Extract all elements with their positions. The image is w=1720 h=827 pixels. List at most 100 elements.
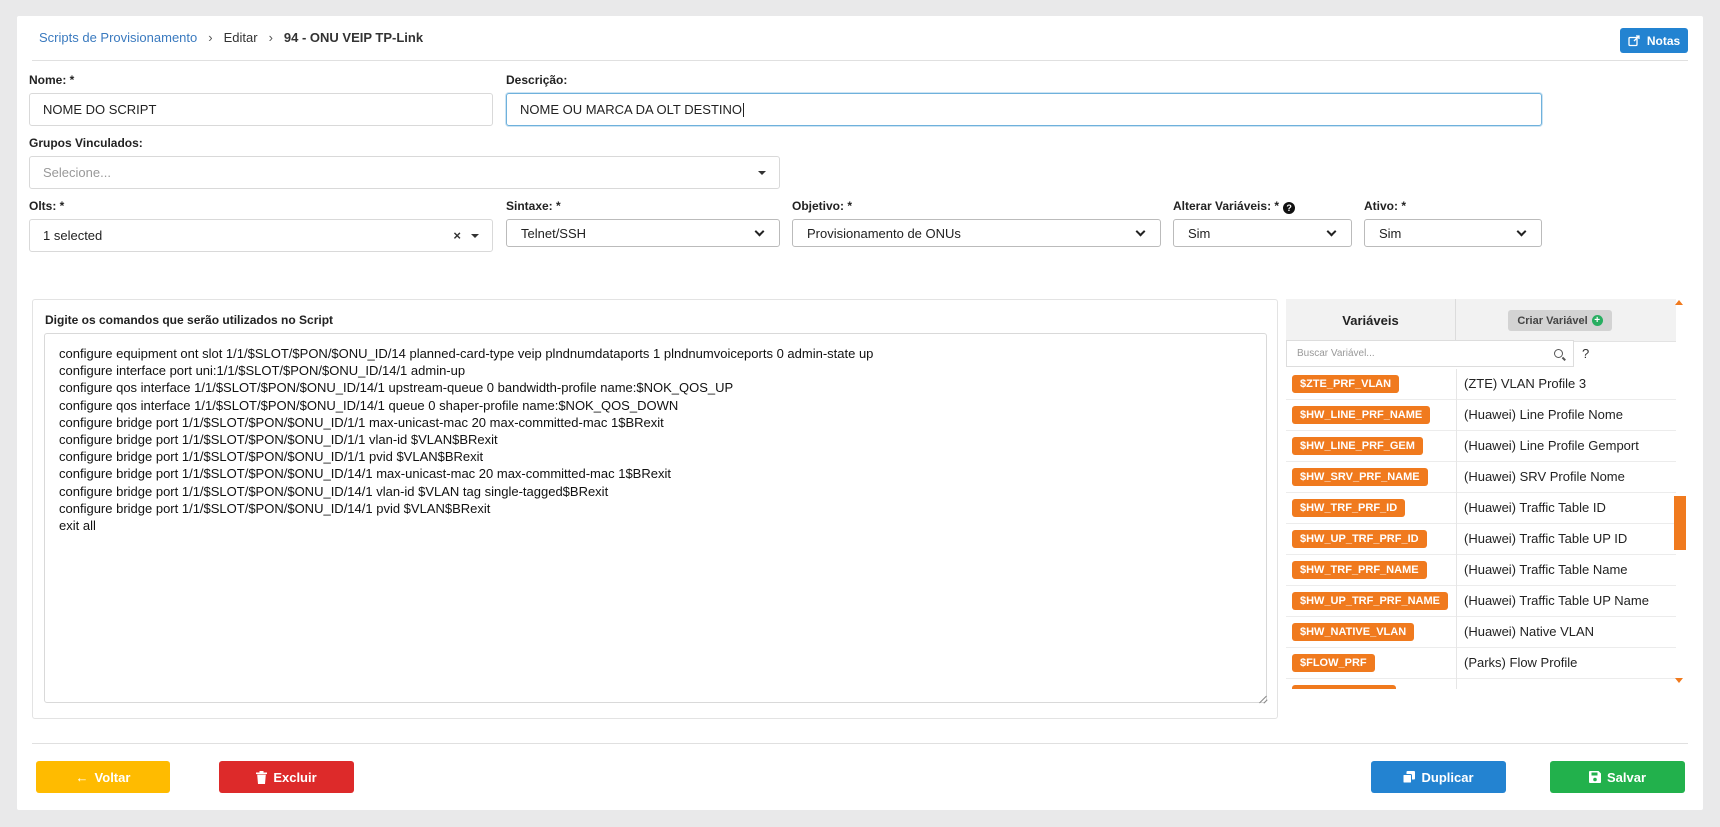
column-divider xyxy=(1456,493,1457,524)
variable-badge[interactable]: $HW_LINE_PRF_GEM xyxy=(1292,437,1423,455)
active-select[interactable]: Sim xyxy=(1364,219,1542,247)
variable-description: (Parks) Flow Profile xyxy=(1464,655,1578,670)
syntax-value: Telnet/SSH xyxy=(521,225,587,241)
question-circle-icon[interactable]: ? xyxy=(1283,202,1296,214)
floppy-disk-icon xyxy=(1588,771,1601,783)
variable-row[interactable]: $HW_NATIVE_VLAN (Huawei) Native VLAN xyxy=(1286,617,1676,648)
groups-placeholder: Selecione... xyxy=(43,165,111,180)
search-icon xyxy=(1554,349,1563,358)
script-commands-textarea[interactable]: configure equipment ont slot 1/1/$SLOT/$… xyxy=(44,333,1267,703)
olts-label: Olts: * xyxy=(29,199,65,213)
variables-header: Variáveis Criar Variável + xyxy=(1286,299,1676,342)
breadcrumb-current: 94 - ONU VEIP TP-Link xyxy=(283,30,424,45)
create-variable-label: Criar Variável xyxy=(1517,314,1588,327)
delete-button[interactable]: Excluir xyxy=(219,761,354,793)
scroll-down-icon[interactable] xyxy=(1675,678,1683,683)
variable-row[interactable]: $HW_UP_TRF_PRF_ID (Huawei) Traffic Table … xyxy=(1286,524,1676,555)
variable-row[interactable]: $HW_SRV_PRF_NAME (Huawei) SRV Profile Nom… xyxy=(1286,462,1676,493)
caret-down-icon xyxy=(471,233,479,238)
caret-down-icon xyxy=(758,170,766,175)
back-button[interactable]: ← Voltar xyxy=(36,761,170,793)
variable-row[interactable]: $HW_LINE_PRF_GEM (Huawei) Line Profile Ge… xyxy=(1286,431,1676,462)
variable-row[interactable]: $HW_UP_TRF_PRF_NAME (Huawei) Traffic Tabl… xyxy=(1286,586,1676,617)
variable-row[interactable]: $HW_TRF_PRF_NAME (Huawei) Traffic Table N… xyxy=(1286,555,1676,586)
groups-select[interactable]: Selecione... xyxy=(29,156,780,189)
variable-description: (Huawei) Traffic Table UP ID xyxy=(1464,531,1628,546)
save-button[interactable]: Salvar xyxy=(1550,761,1685,793)
variable-badge xyxy=(1292,685,1396,689)
column-divider xyxy=(1456,648,1457,679)
variable-badge[interactable]: $HW_SRV_PRF_NAME xyxy=(1292,468,1428,486)
variables-table: Variáveis Criar Variável + Buscar Variáv… xyxy=(1286,299,1676,689)
variable-badge[interactable]: $ZTE_PRF_VLAN xyxy=(1292,375,1400,393)
footer-divider xyxy=(32,743,1688,744)
column-divider xyxy=(1456,431,1457,462)
variable-badge[interactable]: $HW_UP_TRF_PRF_ID xyxy=(1292,530,1427,548)
variable-description: (Huawei) SRV Profile Nome xyxy=(1464,469,1625,484)
variable-description: (ZTE) VLAN Profile 3 xyxy=(1464,376,1587,391)
scroll-up-icon[interactable] xyxy=(1675,300,1683,305)
script-panel-title: Digite os comandos que serão utilizados … xyxy=(45,313,334,327)
breadcrumb: Scripts de Provisionamento › Editar › 94… xyxy=(39,30,423,45)
variable-badge[interactable]: $HW_TRF_PRF_ID xyxy=(1292,499,1406,517)
notes-button-label: Notas xyxy=(1646,33,1681,48)
variable-row[interactable]: $HW_TRF_PRF_ID (Huawei) Traffic Table ID xyxy=(1286,493,1676,524)
syntax-label: Sintaxe: * xyxy=(506,199,561,213)
plus-circle-icon: + xyxy=(1591,315,1603,326)
description-label: Descrição: xyxy=(506,73,568,87)
change-vars-value: Sim xyxy=(1188,225,1211,241)
variable-search-input[interactable]: Buscar Variável... xyxy=(1286,340,1574,367)
scrollbar-thumb[interactable] xyxy=(1674,496,1686,550)
syntax-select[interactable]: Telnet/SSH xyxy=(506,219,780,247)
name-field-value: NOME DO SCRIPT xyxy=(43,102,157,117)
breadcrumb-scripts-link[interactable]: Scripts de Provisionamento xyxy=(39,30,197,45)
column-divider xyxy=(1456,617,1457,648)
edit-external-icon xyxy=(1628,34,1640,46)
script-panel: Digite os comandos que serão utilizados … xyxy=(32,299,1278,719)
copy-icon xyxy=(1403,771,1416,783)
name-label: Nome: * xyxy=(29,73,75,87)
resize-handle-icon[interactable] xyxy=(1259,695,1267,703)
variables-scrollbar[interactable] xyxy=(1674,300,1686,683)
variable-row[interactable]: $FLOW_PRF (Parks) Flow Profile xyxy=(1286,648,1676,679)
variable-badge[interactable]: $HW_LINE_PRF_NAME xyxy=(1292,406,1431,424)
olts-multiselect[interactable]: 1 selected × xyxy=(29,219,493,252)
chevron-down-icon xyxy=(754,226,765,236)
chevron-right-icon: › xyxy=(268,30,273,45)
variable-description: (Huawei) Native VLAN xyxy=(1464,624,1595,639)
delete-button-label: Excluir xyxy=(273,769,317,785)
duplicate-button[interactable]: Duplicar xyxy=(1371,761,1506,793)
olts-value: 1 selected xyxy=(43,228,103,243)
column-divider xyxy=(1456,555,1457,586)
chevron-down-icon xyxy=(1135,226,1146,236)
variable-row[interactable]: $ZTE_PRF_VLAN (ZTE) VLAN Profile 3 xyxy=(1286,369,1676,400)
variable-badge[interactable]: $HW_UP_TRF_PRF_NAME xyxy=(1292,592,1448,610)
variables-header-title: Variáveis xyxy=(1286,299,1456,342)
active-label: Ativo: * xyxy=(1364,199,1406,213)
variable-row-clipped xyxy=(1286,679,1676,689)
description-field[interactable]: NOME OU MARCA DA OLT DESTINO xyxy=(506,93,1542,126)
variable-description: (Huawei) Line Profile Gemport xyxy=(1464,438,1639,453)
clear-icon[interactable]: × xyxy=(453,228,461,243)
notes-button[interactable]: Notas xyxy=(1620,28,1688,53)
create-variable-button[interactable]: Criar Variável + xyxy=(1508,310,1612,331)
variable-description: (Huawei) Traffic Table Name xyxy=(1464,562,1628,577)
groups-label: Grupos Vinculados: xyxy=(29,136,143,150)
name-field[interactable]: NOME DO SCRIPT xyxy=(29,93,493,126)
variable-badge[interactable]: $HW_TRF_PRF_NAME xyxy=(1292,561,1427,579)
header-divider xyxy=(32,60,1688,61)
change-vars-select[interactable]: Sim xyxy=(1173,219,1352,247)
arrow-left-icon: ← xyxy=(75,769,89,785)
variable-description: (Huawei) Traffic Table UP Name xyxy=(1464,593,1649,608)
column-divider xyxy=(1456,679,1457,689)
chevron-right-icon: › xyxy=(208,30,213,45)
chevron-down-icon xyxy=(1326,226,1337,236)
objective-select[interactable]: Provisionamento de ONUs xyxy=(792,219,1161,247)
chevron-down-icon xyxy=(1516,226,1527,236)
variable-row[interactable]: $HW_LINE_PRF_NAME (Huawei) Line Profile N… xyxy=(1286,400,1676,431)
overlapped-char: ? xyxy=(1582,346,1590,361)
column-divider xyxy=(1456,462,1457,493)
variable-badge[interactable]: $FLOW_PRF xyxy=(1292,654,1375,672)
text-caret xyxy=(743,102,744,117)
variable-badge[interactable]: $HW_NATIVE_VLAN xyxy=(1292,623,1415,641)
